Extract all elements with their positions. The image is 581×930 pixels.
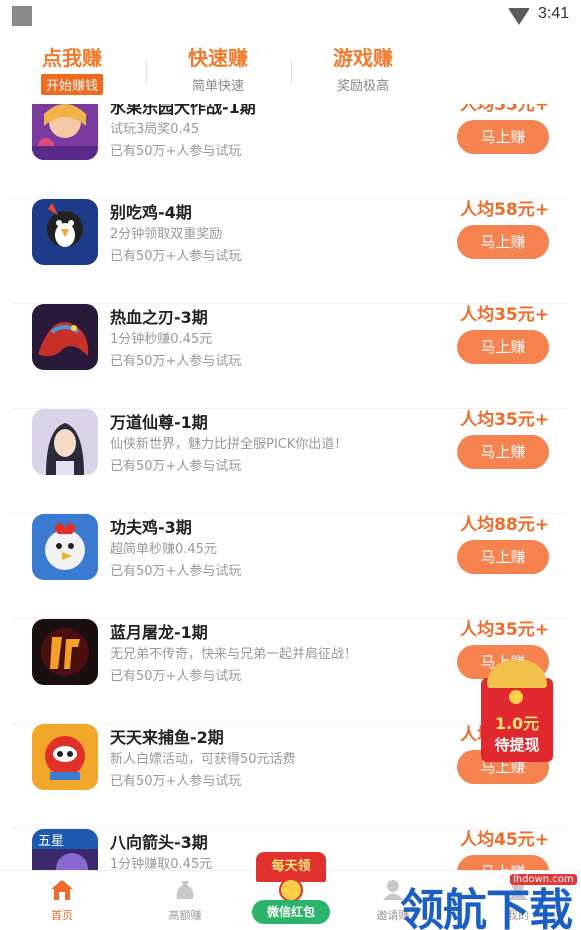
list-item[interactable]: 万道仙尊-1期 仙侠新世界，魅力比拼全服PICK你出道！ 已有50万+人参与试玩… — [12, 409, 569, 514]
nav-label: 高额赚 — [168, 909, 202, 922]
game-desc: 试玩3局奖0.45 — [110, 122, 200, 137]
home-icon — [51, 880, 73, 900]
game-desc: 1分钟秒赚0.45元 — [110, 332, 213, 347]
tab-subtitle: 奖励极高 — [336, 79, 389, 94]
game-icon-fish — [32, 724, 98, 790]
game-players: 已有50万+人参与试玩 — [110, 249, 242, 264]
game-desc: 超简单秒赚0.45元 — [110, 542, 217, 557]
game-icon-dragon — [32, 304, 98, 370]
tab-divider — [291, 60, 292, 84]
game-players: 已有50万+人参与试玩 — [110, 459, 242, 474]
wechat-red-packet-button[interactable]: 每天领 微信红包 — [250, 852, 332, 924]
game-title: 水果乐园大作战-1期 — [110, 104, 256, 117]
game-icon-penguin — [32, 199, 98, 265]
status-time: 3:41 — [538, 5, 570, 22]
svg-text:五星: 五星 — [38, 834, 64, 849]
list-item[interactable]: 水果乐园大作战-1期 试玩3局奖0.45 已有50万+人参与试玩 人均55元+ … — [12, 104, 569, 199]
top-tab-bar: 点我赚 开始赚钱 快速赚 简单快速 游戏赚 奖励极高 — [0, 32, 581, 104]
game-icon-legend — [32, 619, 98, 685]
game-reward: 人均35元+ — [460, 410, 549, 430]
game-icon-arrow: 五星 — [32, 829, 98, 870]
game-desc: 仙侠新世界，魅力比拼全服PICK你出道！ — [110, 437, 348, 452]
watermark-logo: 领航下载 lhdown.com — [400, 866, 581, 930]
nav-high-earn[interactable]: 高额赚 — [145, 879, 225, 923]
game-desc: 无兄弟不传奇，快来与兄弟一起并肩征战！ — [110, 647, 358, 662]
red-packet-flap — [487, 660, 547, 688]
earn-now-button[interactable]: 马上赚 — [457, 540, 549, 574]
game-reward: 人均88元+ — [460, 515, 549, 535]
game-title: 别吃鸡-4期 — [110, 203, 192, 222]
game-reward: 人均35元+ — [460, 620, 549, 640]
wifi-icon — [508, 8, 530, 25]
red-packet-label: 待提现 — [494, 736, 540, 754]
coin-icon — [509, 690, 523, 704]
game-reward: 人均58元+ — [460, 200, 549, 220]
tab-subtitle: 开始赚钱 — [40, 74, 103, 95]
red-packet-float[interactable]: 1.0元 待提现 — [481, 654, 553, 762]
game-title: 八向箭头-3期 — [110, 833, 208, 852]
tab-youxizhuan[interactable]: 游戏赚 奖励极高 — [303, 44, 423, 95]
earn-now-button[interactable]: 马上赚 — [457, 330, 549, 364]
list-item[interactable]: 热血之刃-3期 1分钟秒赚0.45元 已有50万+人参与试玩 人均35元+ 马上… — [12, 304, 569, 409]
notification-icon — [12, 6, 32, 26]
game-reward: 人均55元+ — [460, 104, 549, 115]
game-title: 蓝月屠龙-1期 — [110, 623, 208, 642]
money-bag-icon — [176, 881, 194, 899]
game-desc: 1分钟赚取0.45元 — [110, 857, 213, 870]
list-item[interactable]: 功夫鸡-3期 超简单秒赚0.45元 已有50万+人参与试玩 人均88元+ 马上赚 — [12, 514, 569, 619]
game-reward: 人均35元+ — [460, 305, 549, 325]
earn-now-button[interactable]: 马上赚 — [457, 435, 549, 469]
game-players: 已有50万+人参与试玩 — [110, 354, 242, 369]
earn-now-button[interactable]: 马上赚 — [457, 225, 549, 259]
game-title: 热血之刃-3期 — [110, 308, 208, 327]
game-title: 万道仙尊-1期 — [110, 413, 208, 432]
game-desc: 新人白嫖活动，可获得50元话费 — [110, 752, 296, 767]
game-desc: 2分钟领取双重奖励 — [110, 227, 223, 242]
tab-subtitle: 简单快速 — [191, 79, 244, 94]
tab-dianwozhuan[interactable]: 点我赚 开始赚钱 — [12, 44, 132, 95]
wechat-badge-label: 微信红包 — [252, 900, 330, 924]
game-title: 功夫鸡-3期 — [110, 518, 192, 537]
game-players: 已有50万+人参与试玩 — [110, 564, 242, 579]
status-bar: 3:41 — [0, 0, 581, 32]
game-icon-fruit — [32, 104, 98, 160]
tab-title: 点我赚 — [42, 46, 102, 70]
tab-divider — [146, 60, 147, 84]
tab-title: 游戏赚 — [333, 46, 393, 70]
tab-kuaisuzhuan[interactable]: 快速赚 简单快速 — [158, 44, 278, 95]
coin-icon — [279, 878, 303, 902]
tab-title: 快速赚 — [188, 46, 248, 70]
game-icon-fairy — [32, 409, 98, 475]
nav-home[interactable]: 首页 — [22, 879, 102, 923]
earn-now-button[interactable]: 马上赚 — [457, 120, 549, 154]
game-players: 已有50万+人参与试玩 — [110, 669, 242, 684]
game-icon-rooster — [32, 514, 98, 580]
game-players: 已有50万+人参与试玩 — [110, 144, 242, 159]
list-item[interactable]: 别吃鸡-4期 2分钟领取双重奖励 已有50万+人参与试玩 人均58元+ 马上赚 — [12, 199, 569, 304]
watermark-url: lhdown.com — [510, 874, 577, 885]
game-reward: 人均45元+ — [460, 830, 549, 850]
game-players: 已有50万+人参与试玩 — [110, 774, 242, 789]
game-title: 天天来捕鱼-2期 — [110, 728, 224, 747]
nav-label: 首页 — [51, 909, 73, 922]
red-packet-amount: 1.0元 — [494, 714, 540, 733]
